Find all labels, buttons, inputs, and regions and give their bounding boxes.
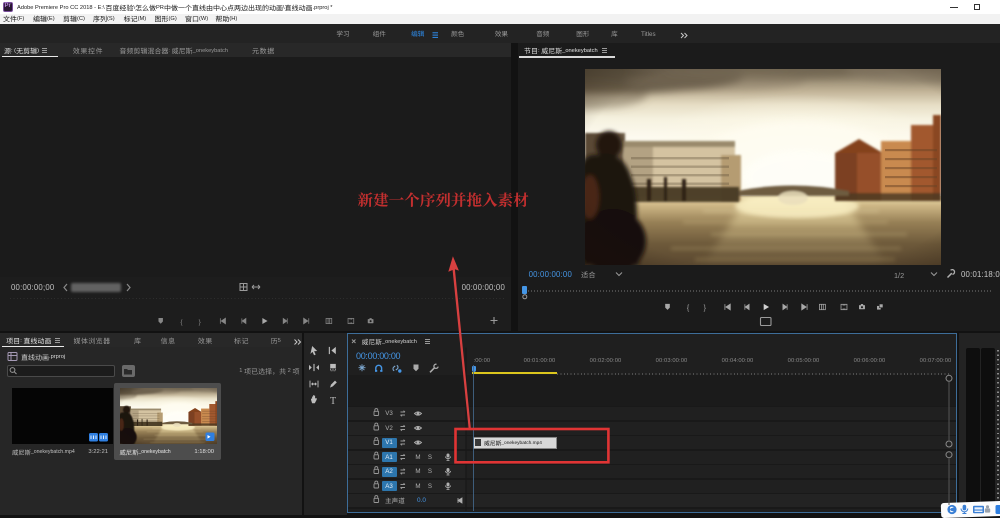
svg-text:}: } (704, 305, 707, 312)
svg-text:{: { (687, 305, 690, 312)
svg-text:}: } (199, 319, 202, 326)
svg-text:{: { (180, 319, 183, 326)
svg-text:T: T (330, 396, 336, 407)
